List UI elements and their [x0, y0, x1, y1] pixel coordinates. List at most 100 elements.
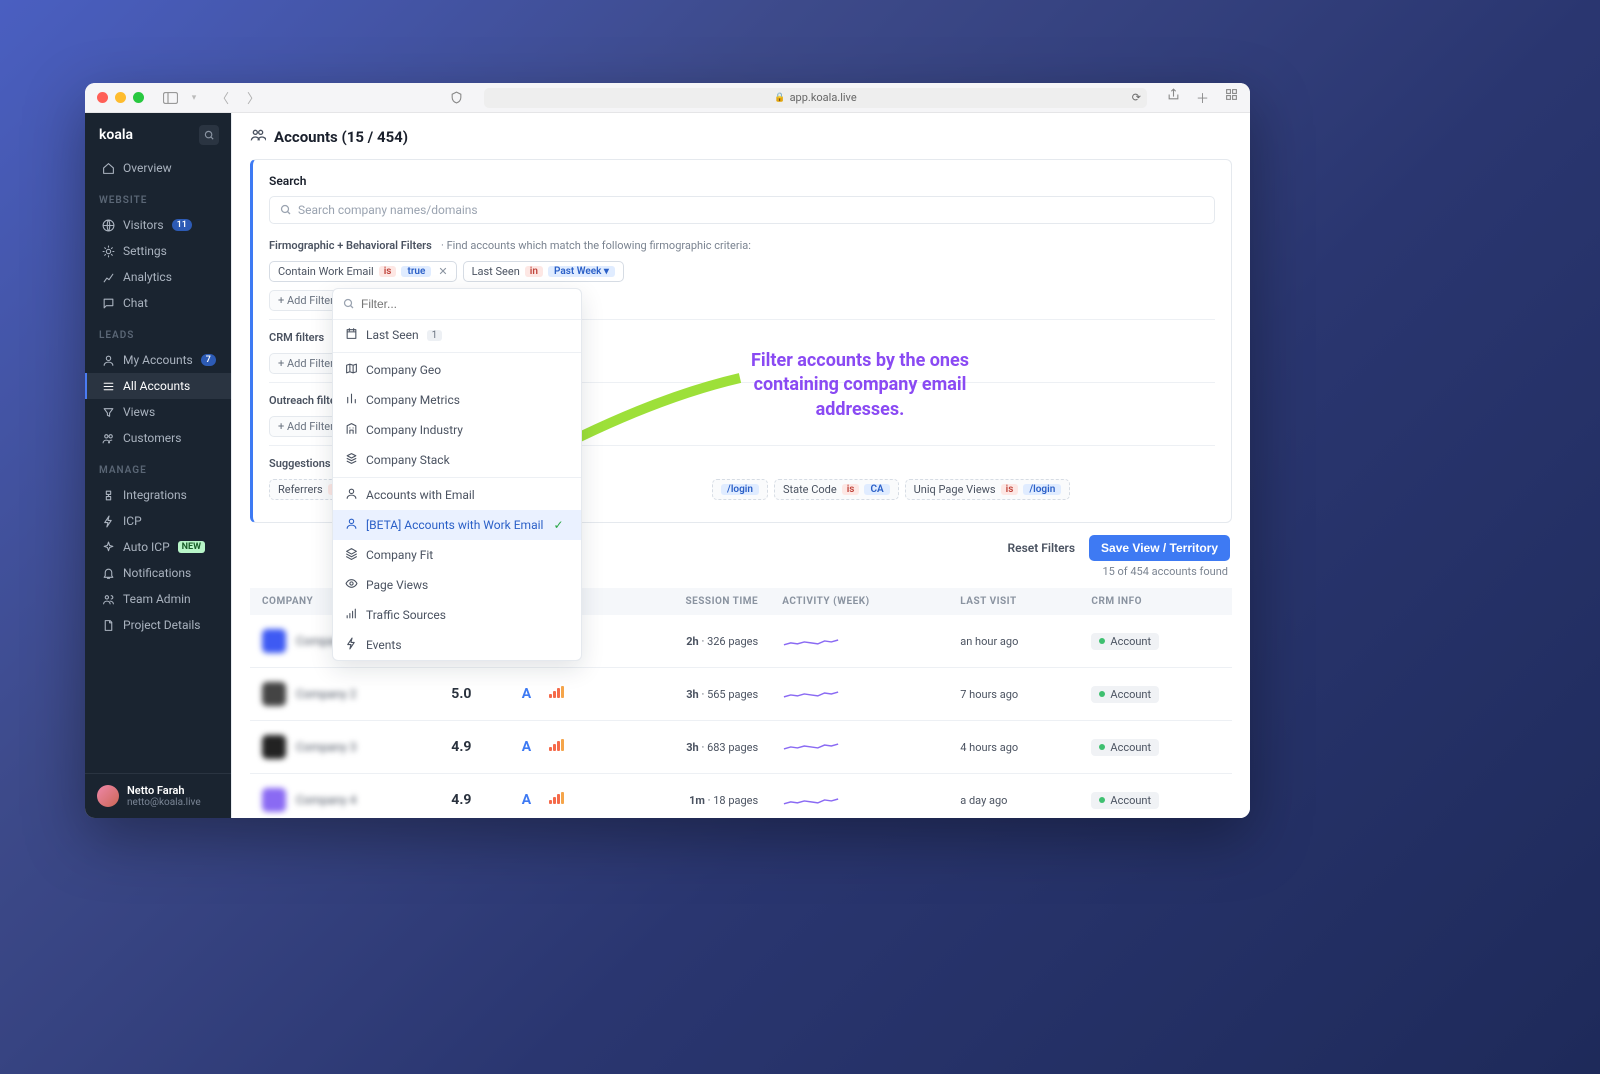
dropdown-item-label: Company Fit [366, 548, 433, 562]
intent-grade: A [522, 686, 531, 702]
dropdown-item-page-views[interactable]: Page Views [333, 570, 581, 600]
dropdown-item--beta-accounts-with-work-email[interactable]: [BETA] Accounts with Work Email ✓ [333, 510, 581, 540]
maximize-window-icon[interactable] [133, 92, 144, 103]
column-header[interactable]: SESSION TIME [616, 588, 771, 615]
column-header[interactable]: ACTIVITY (WEEK) [770, 588, 948, 615]
session-time: 3h · 683 pages [616, 721, 771, 774]
reload-icon[interactable]: ⟳ [1132, 91, 1141, 104]
sidebar-item-customers[interactable]: Customers [85, 425, 231, 451]
sidebar-item-project-details[interactable]: Project Details [85, 612, 231, 638]
url-text: app.koala.live [790, 91, 857, 104]
map-icon [345, 362, 358, 378]
sidebar-item-label: Team Admin [123, 592, 191, 606]
sidebar-search-button[interactable] [199, 125, 219, 145]
share-icon[interactable] [1167, 88, 1180, 107]
brand-logo[interactable]: koala [99, 127, 133, 143]
sidebar-section-label: LEADS [85, 316, 231, 347]
column-header[interactable]: LAST VISIT [948, 588, 1079, 615]
dropdown-item-company-fit[interactable]: Company Fit [333, 540, 581, 570]
browser-titlebar: ▾ 〈 〉 🔒 app.koala.live ⟳ ＋ [85, 83, 1250, 113]
search-heading: Search [269, 174, 1215, 188]
sidebar-item-label: Views [123, 405, 155, 419]
forward-icon[interactable]: 〉 [247, 88, 260, 107]
activity-sparkline [770, 774, 948, 819]
sidebar-item-overview[interactable]: Overview [85, 155, 231, 181]
crm-status-pill[interactable]: Account [1091, 686, 1159, 703]
status-dot-icon [1099, 691, 1105, 697]
dropdown-item-label: Company Stack [366, 453, 450, 467]
intent-bars-icon [549, 739, 564, 751]
sidebar-item-settings[interactable]: Settings [85, 238, 231, 264]
table-row[interactable]: Company 2 5.0 A 3h · 565 pages 7 hours a… [250, 668, 1232, 721]
sidebar-toggle-icon[interactable] [162, 90, 178, 106]
table-row[interactable]: Company 4 4.9 A 1m · 18 pages a day ago … [250, 774, 1232, 819]
sidebar-item-views[interactable]: Views [85, 399, 231, 425]
address-bar[interactable]: 🔒 app.koala.live ⟳ [484, 88, 1147, 108]
sidebar-item-auto-icp[interactable]: Auto ICP NEW [85, 534, 231, 560]
sidebar-item-my-accounts[interactable]: My Accounts 7 [85, 347, 231, 373]
new-tab-icon[interactable]: ＋ [1196, 88, 1209, 107]
filter-dropdown[interactable]: Last Seen 1 Company Geo Company Metrics … [332, 288, 582, 661]
company-name: Company 2 [296, 687, 356, 701]
team-icon [101, 592, 115, 606]
sidebar-item-team-admin[interactable]: Team Admin [85, 586, 231, 612]
dropdown-item-company-geo[interactable]: Company Geo [333, 355, 581, 385]
sidebar-item-icp[interactable]: ICP [85, 508, 231, 534]
sidebar-item-integrations[interactable]: Integrations [85, 482, 231, 508]
company-search-input[interactable]: Search company names/domains [269, 196, 1215, 224]
person-icon [345, 517, 358, 533]
intent-grade: A [522, 739, 531, 755]
bolt-icon [101, 514, 115, 528]
dropdown-item-company-industry[interactable]: Company Industry [333, 415, 581, 445]
sidebar-item-visitors[interactable]: Visitors 11 [85, 212, 231, 238]
minimize-window-icon[interactable] [115, 92, 126, 103]
dropdown-item-traffic-sources[interactable]: Traffic Sources [333, 600, 581, 630]
dropdown-item-company-stack[interactable]: Company Stack [333, 445, 581, 475]
crm-status-pill[interactable]: Account [1091, 739, 1159, 756]
tabs-icon[interactable] [1225, 88, 1238, 107]
sidebar-item-chat[interactable]: Chat [85, 290, 231, 316]
crm-status-pill[interactable]: Account [1091, 792, 1159, 809]
remove-filter-icon[interactable]: ✕ [436, 265, 447, 278]
dropdown-item-company-metrics[interactable]: Company Metrics [333, 385, 581, 415]
dropdown-item-events[interactable]: Events [333, 630, 581, 660]
sidebar-user[interactable]: Netto Farah netto@koala.live [85, 773, 231, 818]
count-badge: 11 [172, 219, 192, 231]
filter-operator: is [379, 266, 397, 277]
suggestion-chip[interactable]: State Code is CA [774, 479, 899, 500]
spark-icon [345, 637, 358, 653]
filter-chip[interactable]: Last Seen in Past Week ▾ [463, 261, 624, 282]
check-icon: ✓ [553, 518, 563, 532]
company-logo [262, 629, 286, 653]
chevron-down-icon[interactable]: ▾ [186, 90, 202, 106]
signal-icon [345, 607, 358, 623]
sidebar-item-analytics[interactable]: Analytics [85, 264, 231, 290]
sidebar-item-all-accounts[interactable]: All Accounts [85, 373, 231, 399]
back-icon[interactable]: 〈 [216, 88, 229, 107]
dropdown-item-last-seen[interactable]: Last Seen 1 [333, 320, 581, 350]
dropdown-item-label: Events [366, 638, 402, 652]
window-controls[interactable] [97, 92, 144, 103]
save-view-button[interactable]: Save View / Territory [1089, 535, 1230, 561]
column-header[interactable]: CRM INFO [1079, 588, 1232, 615]
company-logo [262, 788, 286, 812]
dropdown-filter-input[interactable] [361, 297, 571, 311]
analytics-icon [101, 270, 115, 284]
shield-icon[interactable] [448, 90, 464, 106]
intent-bars-icon [549, 686, 564, 698]
suggestion-chip[interactable]: Uniq Page Views is /login [905, 479, 1071, 500]
sidebar-item-label: Auto ICP [123, 540, 170, 554]
dropdown-item-accounts-with-email[interactable]: Accounts with Email [333, 480, 581, 510]
user-name: Netto Farah [127, 784, 201, 797]
status-dot-icon [1099, 797, 1105, 803]
sidebar-item-notifications[interactable]: Notifications [85, 560, 231, 586]
reset-filters-button[interactable]: Reset Filters [1008, 541, 1076, 555]
close-window-icon[interactable] [97, 92, 108, 103]
crm-status-pill[interactable]: Account [1091, 633, 1159, 650]
app-sidebar: koala Overview WEBSITE Visitors 11 Setti… [85, 113, 231, 818]
last-visit: an hour ago [948, 615, 1079, 668]
dropdown-item-label: Company Metrics [366, 393, 460, 407]
filter-value: true [401, 266, 431, 277]
table-row[interactable]: Company 3 4.9 A 3h · 683 pages 4 hours a… [250, 721, 1232, 774]
filter-chip[interactable]: Contain Work Email is true ✕ [269, 261, 457, 282]
